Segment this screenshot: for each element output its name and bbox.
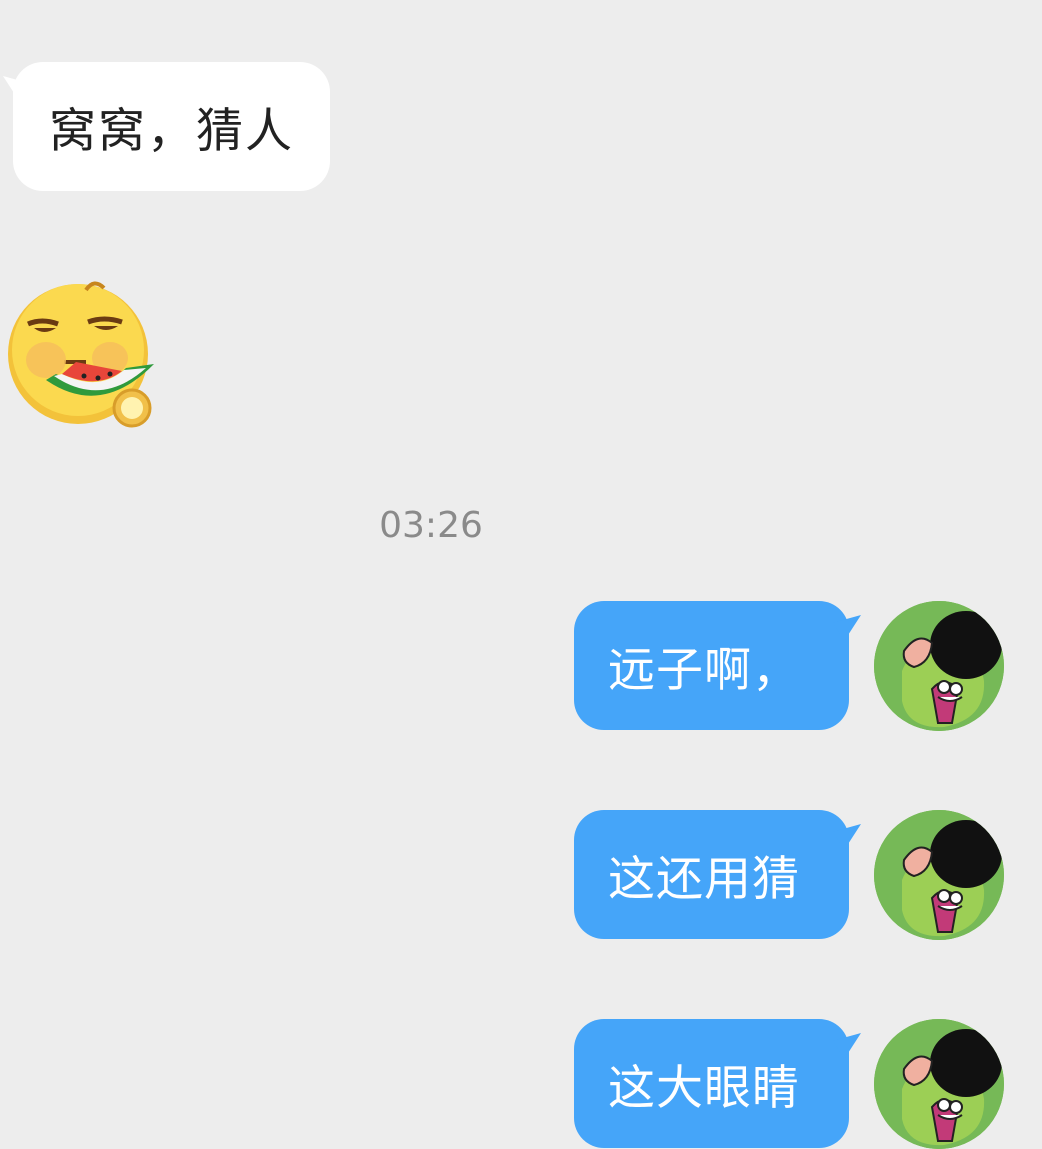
bubble-tail: [833, 615, 861, 641]
cartoon-avatar-icon[interactable]: [874, 601, 1004, 731]
incoming-message-bubble[interactable]: 窝窝，猜人: [3, 62, 330, 191]
message-text: 远子啊，: [608, 643, 800, 698]
cartoon-avatar-icon[interactable]: [874, 810, 1004, 940]
bubble-tail: [833, 824, 861, 850]
message-text: 窝窝，猜人: [49, 104, 294, 159]
cartoon-avatar-icon[interactable]: [874, 1019, 1004, 1149]
outgoing-message-bubble[interactable]: 这还用猜: [574, 810, 861, 939]
outgoing-message-bubble[interactable]: 这大眼睛: [574, 1019, 861, 1148]
bubble-tail: [833, 1033, 861, 1059]
message-timestamp: 03:26: [379, 505, 483, 546]
watermelon-eating-emoji-icon[interactable]: [6, 276, 160, 430]
bubble-tail: [3, 76, 31, 102]
chat-message-list[interactable]: 窝窝，猜人 03:26 远子啊， 这还用猜 这大眼睛: [0, 0, 1042, 1149]
outgoing-message-bubble[interactable]: 远子啊，: [574, 601, 861, 730]
message-text: 这还用猜: [608, 852, 800, 907]
message-text: 这大眼睛: [608, 1061, 800, 1116]
